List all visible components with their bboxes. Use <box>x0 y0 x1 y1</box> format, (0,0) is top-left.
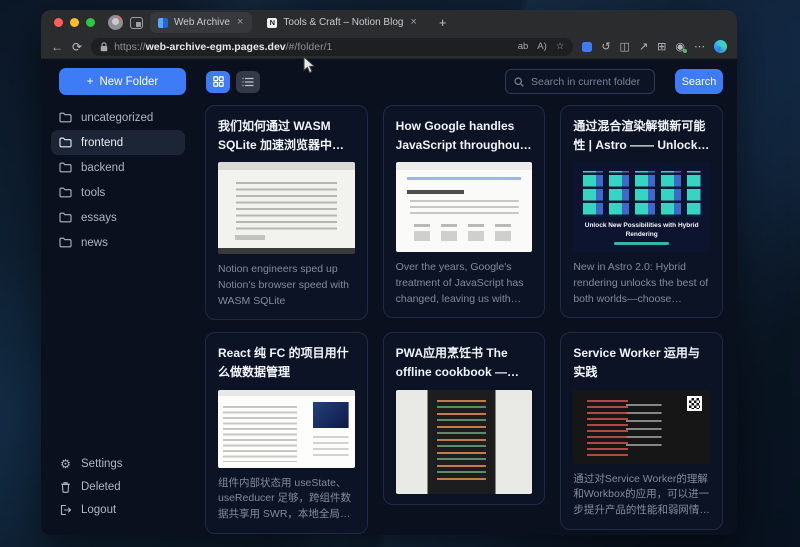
folder-icon <box>59 162 72 173</box>
web-archive-favicon <box>158 18 168 28</box>
sidebar-footer: ⚙ Settings Deleted Logout <box>51 452 185 521</box>
zoom-window-button[interactable] <box>86 18 95 27</box>
sidebar-item-settings[interactable]: ⚙ Settings <box>51 452 185 475</box>
article-card[interactable]: How Google handles JavaScript throughout… <box>383 105 546 318</box>
tab-notion-blog[interactable]: N Tools & Craft – Notion Blog × <box>259 12 426 33</box>
back-icon[interactable]: ← <box>51 41 63 53</box>
gear-icon: ⚙ <box>59 458 72 470</box>
trash-icon <box>59 481 72 493</box>
translate-icon[interactable]: ab <box>518 41 529 52</box>
sidebar-item-backend[interactable]: backend <box>51 155 185 180</box>
more-menu-icon[interactable]: ⋯ <box>694 40 705 53</box>
card-title: 通过混合渲染解锁新可能性 | Astro —— Unlock New… <box>573 117 710 154</box>
card-title: 我们如何通过 WASM SQLite 加速浏览器中的 Notion ——… <box>218 117 355 154</box>
qr-code <box>687 396 702 411</box>
history-icon[interactable]: ↺ <box>601 40 610 53</box>
card-description: 通过对Service Worker的理解和Workbox的应用，可以进一步提升产… <box>573 472 710 519</box>
favorite-star-icon[interactable]: ☆ <box>556 41 565 52</box>
browser-window: Web Archive × N Tools & Craft – Notion B… <box>41 10 737 535</box>
card-thumbnail: Unlock New Possibilities with Hybrid Ren… <box>573 162 710 252</box>
collections-icon[interactable]: ⊞ <box>657 40 666 53</box>
send-to-icon[interactable]: ↗ <box>639 40 648 53</box>
search-button[interactable]: Search <box>675 69 723 94</box>
tab-strip: Web Archive × N Tools & Craft – Notion B… <box>41 10 737 35</box>
profile-avatar[interactable] <box>108 15 123 30</box>
card-description: 组件内部状态用 useState、useReducer 足够，跨组件数据共享用 … <box>218 476 355 523</box>
sidebar-item-news[interactable]: news <box>51 230 185 255</box>
refresh-icon[interactable]: ⟳ <box>72 41 82 53</box>
tab-actions-icon[interactable] <box>130 17 143 29</box>
read-aloud-icon[interactable]: A) <box>537 41 547 52</box>
lock-icon[interactable] <box>100 42 108 52</box>
article-card[interactable]: PWA应用烹饪书 The offline cookbook —… <box>383 332 546 504</box>
card-description: Notion engineers sped up Notion's browse… <box>218 262 355 309</box>
card-title: PWA应用烹饪书 The offline cookbook —… <box>396 344 533 381</box>
article-card[interactable]: Service Worker 运用与实践 通过对Service Worker的理… <box>560 332 723 529</box>
card-thumbnail <box>218 162 355 254</box>
split-screen-icon[interactable]: ◫ <box>620 40 630 53</box>
article-card[interactable]: React 纯 FC 的项目用什么做数据管理 组件内部状态用 useState、… <box>205 332 368 533</box>
browser-toolbar: ← ⟳ https://web-archive-egm.pages.dev/#/… <box>41 35 737 59</box>
card-thumbnail <box>218 390 355 468</box>
folder-icon <box>59 212 72 223</box>
address-bar[interactable]: https://web-archive-egm.pages.dev/#/fold… <box>91 38 573 56</box>
card-thumbnail <box>573 390 710 464</box>
card-description: Over the years, Google's treatment of Ja… <box>396 260 533 307</box>
web-archive-app: + New Folder Search <box>41 59 737 535</box>
grid-view-button[interactable] <box>206 71 230 93</box>
thumbnail-caption: Unlock New Possibilities with Hybrid Ren… <box>579 222 705 240</box>
list-view-button[interactable] <box>236 71 260 93</box>
sidebar-item-tools[interactable]: tools <box>51 180 185 205</box>
copilot-icon[interactable] <box>714 40 727 53</box>
card-thumbnail <box>396 162 533 252</box>
new-tab-button[interactable]: + <box>433 15 453 30</box>
plus-icon: + <box>87 76 94 88</box>
article-card[interactable]: 通过混合渲染解锁新可能性 | Astro —— Unlock New… Unlo… <box>560 105 723 318</box>
tab-title: Tools & Craft – Notion Blog <box>283 17 403 28</box>
notion-favicon: N <box>267 18 277 28</box>
close-tab-icon[interactable]: × <box>236 17 244 28</box>
sidebar-item-uncategorized[interactable]: uncategorized <box>51 105 185 130</box>
url-text: https://web-archive-egm.pages.dev/#/fold… <box>114 41 512 53</box>
card-thumbnail <box>396 390 533 494</box>
card-title: React 纯 FC 的项目用什么做数据管理 <box>218 344 355 381</box>
close-tab-icon[interactable]: × <box>409 17 417 28</box>
view-toggles <box>206 71 260 93</box>
folder-icon <box>59 237 72 248</box>
search-input[interactable] <box>531 76 646 88</box>
folder-icon <box>59 112 72 123</box>
tab-web-archive[interactable]: Web Archive × <box>150 12 252 33</box>
article-card[interactable]: 我们如何通过 WASM SQLite 加速浏览器中的 Notion ——… No… <box>205 105 368 320</box>
workspaces-icon[interactable] <box>582 42 592 52</box>
thumbnail-link-line <box>614 242 669 245</box>
new-folder-button[interactable]: + New Folder <box>59 68 186 95</box>
sidebar-item-deleted[interactable]: Deleted <box>51 475 185 498</box>
folder-icon <box>59 187 72 198</box>
sidebar-item-essays[interactable]: essays <box>51 205 185 230</box>
card-title: How Google handles JavaScript throughout… <box>396 117 533 154</box>
app-header: + New Folder Search <box>41 59 737 101</box>
card-grid: 我们如何通过 WASM SQLite 加速浏览器中的 Notion ——… No… <box>205 105 723 534</box>
sidebar: uncategorized frontend backend tools ess… <box>41 101 193 535</box>
close-window-button[interactable] <box>54 18 63 27</box>
toolbar-extensions: ↺ ◫ ↗ ⊞ ◉ ⋯ <box>582 40 727 53</box>
window-controls[interactable] <box>54 18 95 27</box>
sidebar-item-frontend[interactable]: frontend <box>51 130 185 155</box>
card-title: Service Worker 运用与实践 <box>573 344 710 381</box>
logout-icon <box>59 504 72 516</box>
search-box <box>505 69 655 94</box>
minimize-window-button[interactable] <box>70 18 79 27</box>
folder-content: 我们如何通过 WASM SQLite 加速浏览器中的 Notion ——… No… <box>193 101 737 535</box>
tab-title: Web Archive <box>174 17 230 28</box>
folder-open-icon <box>59 137 72 148</box>
search-icon <box>514 77 524 87</box>
browser-essentials-icon[interactable]: ◉ <box>675 40 685 53</box>
sidebar-item-logout[interactable]: Logout <box>51 498 185 521</box>
card-description: New in Astro 2.0: Hybrid rendering unloc… <box>573 260 710 307</box>
